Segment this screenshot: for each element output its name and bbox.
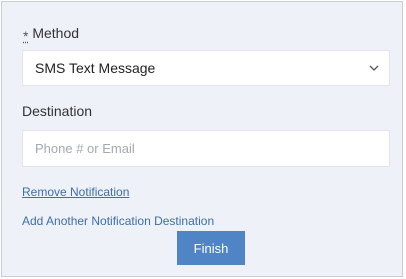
method-selected-value: SMS Text Message xyxy=(35,60,156,76)
destination-label: Destination xyxy=(22,103,93,119)
method-label: * Method xyxy=(23,25,80,44)
chevron-down-icon[interactable] xyxy=(367,61,381,75)
remove-notification-link[interactable]: Remove Notification xyxy=(22,185,129,199)
required-marker: * xyxy=(23,28,29,44)
method-select[interactable]: SMS Text Message xyxy=(22,50,390,86)
notification-form-panel: * Method SMS Text Message Destination Re… xyxy=(1,1,403,277)
destination-input[interactable] xyxy=(22,130,390,167)
method-label-text: Method xyxy=(32,25,80,41)
add-destination-link[interactable]: Add Another Notification Destination xyxy=(22,214,214,228)
finish-button[interactable]: Finish xyxy=(177,231,245,265)
